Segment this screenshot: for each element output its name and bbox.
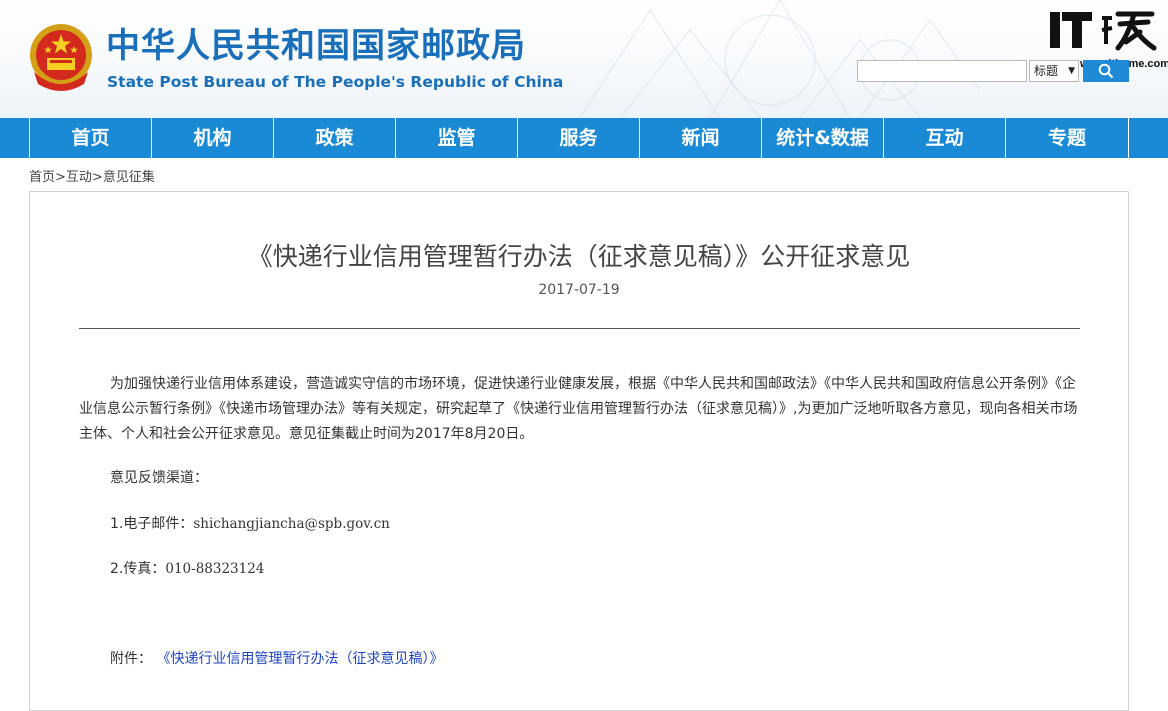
nav-item-home[interactable]: 首页 [29, 118, 152, 158]
title-divider [79, 328, 1080, 329]
fax-value: 010-88323124 [165, 561, 265, 577]
breadcrumb-current[interactable]: 意见征集 [103, 170, 155, 185]
nav-item-policy[interactable]: 政策 [274, 118, 396, 158]
article-date: 2017-07-19 [538, 282, 620, 298]
breadcrumb: 首页>互动>意见征集 [29, 166, 155, 185]
site-header: 中华人民共和国国家邮政局 State Post Bureau of The Pe… [0, 0, 1168, 118]
breadcrumb-separator: > [91, 170, 103, 185]
attachment-link[interactable]: 《快递行业信用管理暂行办法（征求意见稿）》 [156, 651, 443, 667]
nav-item-statistics[interactable]: 统计&数据 [762, 118, 884, 158]
site-title-en: State Post Bureau of The People's Republ… [107, 73, 564, 91]
article-container: 《快递行业信用管理暂行办法（征求意见稿）》公开征求意见 2017-07-19 为… [29, 191, 1129, 711]
email-value: shichangjiancha@spb.gov.cn [193, 516, 390, 532]
site-title-cn: 中华人民共和国国家邮政局 [106, 26, 526, 66]
nav-item-service[interactable]: 服务 [518, 118, 640, 158]
attachment-label: 附件： [110, 651, 152, 667]
nav-item-supervision[interactable]: 监管 [396, 118, 518, 158]
national-emblem-icon [30, 24, 92, 91]
breadcrumb-separator: > [55, 170, 66, 185]
search-field-select[interactable]: 标题 ▼ [1029, 60, 1079, 82]
nav-item-news[interactable]: 新闻 [640, 118, 762, 158]
feedback-heading: 意见反馈渠道： [110, 470, 208, 486]
email-label: 1.电子邮件： [110, 516, 194, 532]
email-line: 1.电子邮件：shichangjiancha@spb.gov.cn [110, 513, 390, 533]
nav-item-organization[interactable]: 机构 [152, 118, 274, 158]
fax-line: 2.传真：010-88323124 [110, 558, 264, 578]
chevron-down-icon: ▼ [1068, 66, 1075, 76]
breadcrumb-home[interactable]: 首页 [29, 170, 55, 185]
article-title: 《快递行业信用管理暂行办法（征求意见稿）》公开征求意见 [247, 242, 911, 271]
search-field-select-value: 标题 [1034, 64, 1059, 78]
breadcrumb-section[interactable]: 互动 [66, 170, 92, 185]
article-paragraph: 为加强快递行业信用体系建设，营造诚实守信的市场环境，促进快递行业健康发展，根据《… [79, 376, 1078, 442]
ithome-logo-icon [1050, 11, 1157, 51]
nav-item-topics[interactable]: 专题 [1006, 118, 1129, 158]
attachment-line: 附件： 《快递行业信用管理暂行办法（征求意见稿）》 [110, 648, 443, 668]
nav-item-interaction[interactable]: 互动 [884, 118, 1006, 158]
search-icon [1098, 63, 1114, 79]
header-decoration [579, 0, 980, 118]
search-button[interactable] [1083, 60, 1129, 82]
fax-label: 2.传真： [110, 561, 166, 577]
search-input[interactable] [857, 60, 1027, 82]
main-nav: 首页 机构 政策 监管 服务 新闻 统计&数据 互动 专题 [0, 118, 1168, 158]
